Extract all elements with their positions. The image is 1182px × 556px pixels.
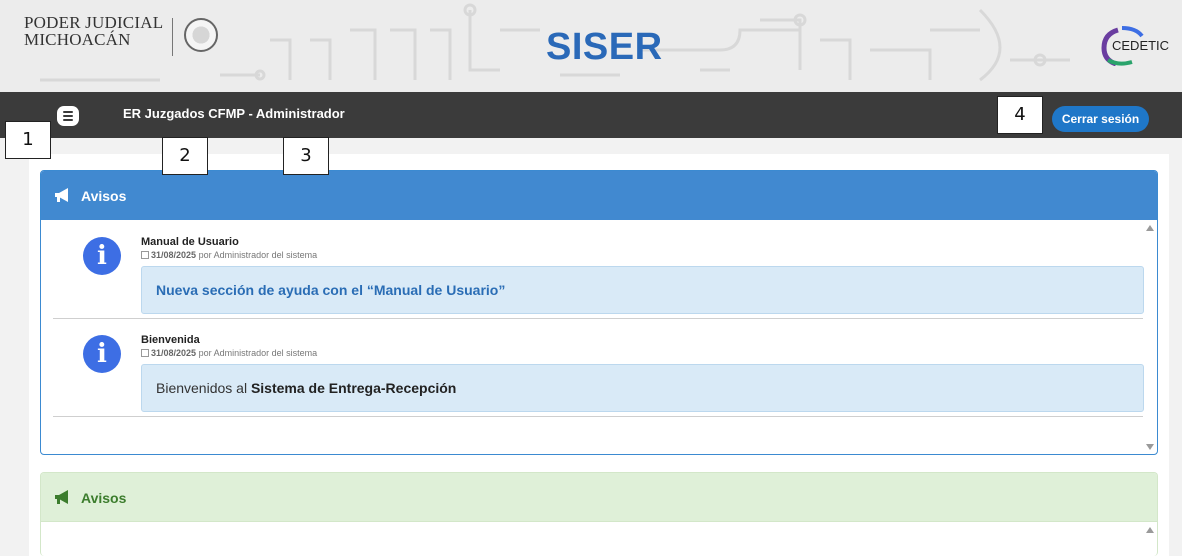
notice-author: por Administrador del sistema [198, 250, 318, 260]
menu-icon[interactable] [57, 106, 79, 126]
callout-1: 1 [5, 121, 51, 159]
panel-header: Avisos [41, 473, 1157, 522]
scroll-down-arrow-icon[interactable] [1146, 444, 1154, 450]
scroll-up-arrow-icon[interactable] [1146, 225, 1154, 231]
notice-date: 31/08/2025 [151, 250, 197, 260]
seal-icon [184, 18, 218, 52]
partner-logo-text: CEDETIC [1112, 38, 1170, 53]
megaphone-icon [55, 490, 68, 504]
app-title: SISER [546, 26, 663, 68]
org-line-1: PODER JUDICIAL [24, 13, 164, 32]
panel-title: Avisos [81, 490, 127, 506]
notice-meta: 31/08/2025 por Administrador del sistema [141, 348, 317, 358]
notice-body: Bienvenidos al Sistema de Entrega-Recepc… [141, 364, 1144, 412]
notice-title: Bienvenida [141, 334, 200, 346]
org-line-2: MICHOACÁN [24, 30, 131, 49]
panel-header: Avisos [41, 171, 1157, 220]
notice-body-link[interactable]: Nueva sección de ayuda con el “Manual de… [141, 266, 1144, 314]
header-banner: PODER JUDICIAL MICHOACÁN SISER CEDETIC [0, 0, 1182, 92]
logo-divider [172, 18, 173, 56]
notice-date: 31/08/2025 [151, 348, 197, 358]
callout-4: 4 [997, 96, 1043, 134]
calendar-icon [141, 251, 149, 259]
callout-2: 2 [162, 137, 208, 175]
info-icon: i [83, 237, 121, 275]
notice-meta: 31/08/2025 por Administrador del sistema [141, 250, 317, 260]
poder-judicial-logo-text: PODER JUDICIAL MICHOACÁN [24, 14, 163, 48]
notice-body-prefix: Bienvenidos al [156, 380, 248, 396]
user-role-title: ER Juzgados CFMP - Administrador [123, 106, 345, 121]
callout-3: 3 [283, 137, 329, 175]
info-icon: i [83, 335, 121, 373]
notice-title: Manual de Usuario [141, 236, 239, 248]
calendar-icon [141, 349, 149, 357]
notice-author: por Administrador del sistema [198, 348, 318, 358]
notice-separator [53, 318, 1143, 319]
notices-panel-green: Avisos [40, 472, 1158, 556]
notice-body-bold: Sistema de Entrega-Recepción [250, 380, 457, 396]
panel-title: Avisos [81, 188, 127, 204]
megaphone-icon [55, 188, 68, 202]
scroll-up-arrow-icon[interactable] [1146, 527, 1154, 533]
notices-panel-blue: Avisos i Manual de Usuario 31/08/2025 po… [40, 170, 1158, 455]
notice-separator [53, 416, 1143, 417]
logout-button[interactable]: Cerrar sesión [1052, 106, 1149, 132]
